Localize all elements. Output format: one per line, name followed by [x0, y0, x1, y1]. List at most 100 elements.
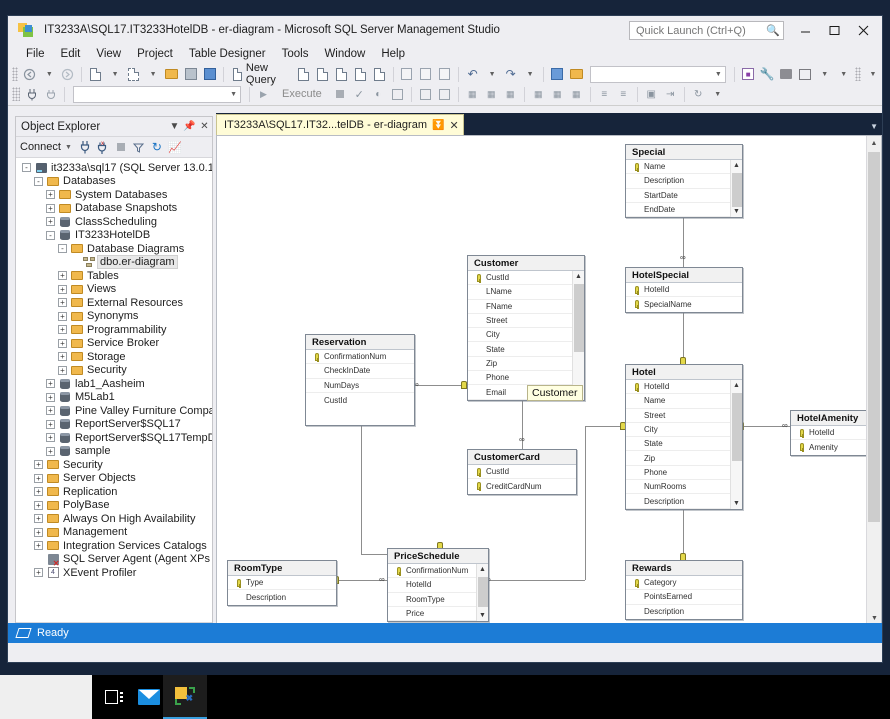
er-column-row[interactable]: Price [388, 607, 488, 622]
collapse-toggle-icon[interactable]: - [46, 230, 55, 240]
er-column-row[interactable]: Amenity [791, 440, 867, 454]
tree-node[interactable]: + Security [16, 364, 212, 378]
increase-indent-button[interactable]: ≡ [595, 85, 614, 103]
tree-node[interactable]: + Database Snapshots [16, 202, 212, 216]
expand-toggle-icon[interactable]: + [34, 541, 43, 551]
execute-play-icon[interactable]: ▶ [254, 85, 273, 103]
tree-node[interactable]: + Programmability [16, 323, 212, 337]
refresh-intellisense-button[interactable]: ↻ [689, 85, 708, 103]
activity-monitor-icon[interactable]: 📈 [166, 139, 184, 156]
er-column-row[interactable]: NumRooms [626, 480, 742, 495]
scroll-thumb[interactable] [868, 152, 880, 522]
tree-node[interactable]: + Server Objects [16, 472, 212, 486]
add-table-button[interactable]: ▦ [567, 85, 586, 103]
object-explorer-window-button[interactable]: ■ [739, 65, 758, 83]
er-table-hotel[interactable]: Hotel HotelId Name Street City State Zip Phone N… [625, 364, 743, 510]
save-all-button[interactable] [200, 65, 219, 83]
collapse-toggle-icon[interactable]: - [58, 244, 67, 254]
indent-button[interactable]: ⇥ [661, 85, 680, 103]
expand-toggle-icon[interactable]: + [34, 568, 43, 578]
new-query-with-connection-button[interactable] [294, 65, 313, 83]
parse-button[interactable]: ✓ [350, 85, 369, 103]
scroll-thumb[interactable] [732, 173, 742, 207]
er-column-row[interactable]: Phone [468, 371, 584, 386]
er-column-row[interactable]: FName [468, 300, 584, 314]
er-table-scrollbar[interactable]: ▲▼ [572, 271, 584, 400]
er-column-row[interactable]: Name [626, 160, 742, 175]
maximize-button[interactable] [820, 16, 849, 44]
er-column-row[interactable]: Street [626, 409, 742, 423]
er-table-hotelamenity[interactable]: HotelAmenity HotelId Amenity [790, 410, 867, 456]
pin-icon[interactable]: ⏬ [432, 120, 444, 131]
disconnect-button[interactable] [41, 85, 60, 103]
menu-item-edit[interactable]: Edit [53, 46, 89, 62]
er-column-row[interactable]: PointsEarned [626, 590, 742, 605]
er-column-row[interactable]: CreditCardNum [468, 479, 576, 493]
toolbar-grip[interactable] [854, 67, 861, 81]
tree-node[interactable]: + Views [16, 283, 212, 297]
specify-values-for-template-parameters-button[interactable]: ▣ [642, 85, 661, 103]
er-table-scrollbar[interactable]: ▲▼ [730, 380, 742, 509]
er-column-row[interactable]: ConfirmationNum [306, 350, 414, 365]
open-file-button[interactable] [162, 65, 181, 83]
er-column-row[interactable]: City [468, 328, 584, 343]
scroll-thumb[interactable] [478, 577, 488, 607]
new-project-dropdown[interactable]: ▼ [105, 65, 124, 83]
connect-object-explorer-icon[interactable] [76, 139, 94, 156]
er-column-row[interactable]: HotelId [388, 578, 488, 593]
tree-node[interactable]: + External Resources [16, 296, 212, 310]
add-new-item-button[interactable] [124, 65, 143, 83]
expand-toggle-icon[interactable]: + [34, 514, 43, 524]
expand-toggle-icon[interactable]: + [46, 406, 55, 416]
scroll-up-arrow-icon[interactable]: ▲ [867, 136, 881, 151]
results-to-grid-button[interactable]: ▦ [482, 85, 501, 103]
diagram-vertical-scrollbar[interactable]: ▲ ▼ [866, 136, 881, 626]
new-sql-server-compact-query-button[interactable] [370, 65, 389, 83]
er-column-row[interactable]: State [626, 437, 742, 452]
toolbar-options-button[interactable]: ▼ [863, 65, 882, 83]
tree-node[interactable]: SQL Server Agent (Agent XPs disabl [16, 553, 212, 568]
toolbar-combo[interactable]: ▼ [589, 65, 726, 83]
er-column-row[interactable]: Zip [626, 451, 742, 466]
er-column-row[interactable]: StartDate [626, 189, 742, 203]
new-project-button[interactable] [86, 65, 105, 83]
tree-node[interactable]: + sample [16, 445, 212, 459]
tree-node[interactable]: + Security [16, 458, 212, 472]
menu-item-table-designer[interactable]: Table Designer [181, 46, 274, 62]
query-options-button[interactable] [388, 85, 407, 103]
expand-toggle-icon[interactable]: + [46, 419, 55, 429]
er-column-row[interactable]: LName [468, 285, 584, 300]
tree-node[interactable]: + Pine Valley Furniture Company [16, 404, 212, 418]
include-client-statistics-button[interactable] [435, 85, 454, 103]
relationship-priceschedule-hotel-h2[interactable] [585, 426, 625, 427]
expand-toggle-icon[interactable]: + [46, 217, 55, 227]
expand-toggle-icon[interactable]: + [58, 271, 67, 281]
add-new-item-dropdown[interactable]: ▼ [143, 65, 162, 83]
er-column-row[interactable]: CustId [306, 393, 414, 407]
er-column-row[interactable]: ConfirmationNum [388, 564, 488, 579]
er-table-priceschedule[interactable]: PriceSchedule ConfirmationNum HotelId RoomT… [387, 548, 489, 623]
expand-toggle-icon[interactable]: + [58, 352, 67, 362]
er-table-customercard[interactable]: CustomerCard CustId CreditCardNum [467, 449, 577, 495]
expand-toggle-icon[interactable]: + [58, 365, 67, 375]
expand-toggle-icon[interactable]: + [58, 325, 67, 335]
er-column-row[interactable]: CheckInDate [306, 364, 414, 379]
er-column-row[interactable]: Phone [626, 466, 742, 481]
relationship-priceschedule-hotel-v[interactable] [585, 426, 586, 580]
relationship-priceschedule-hotel-h1[interactable] [489, 580, 585, 581]
decrease-indent-button[interactable]: ≡ [614, 85, 633, 103]
display-estimated-execution-plan-button[interactable]: ◐ [369, 85, 388, 103]
filter-icon[interactable] [130, 139, 148, 156]
menu-item-view[interactable]: View [88, 46, 129, 62]
cut-button[interactable] [397, 65, 416, 83]
toolbar-row2-overflow-button[interactable]: ▼ [708, 85, 727, 103]
expand-toggle-icon[interactable]: + [58, 298, 67, 308]
tree-node[interactable]: - Databases [16, 175, 212, 189]
menu-item-window[interactable]: Window [316, 46, 373, 62]
tree-node[interactable]: + ClassScheduling [16, 215, 212, 229]
tree-node[interactable]: - it3233a\sql17 (SQL Server 13.0.1601.5 - [16, 161, 212, 175]
redo-dropdown[interactable]: ▼ [520, 65, 539, 83]
er-table-customer[interactable]: Customer CustId LName FName Street City State Z… [467, 255, 585, 401]
relationship-hotel-rewards[interactable] [683, 506, 684, 560]
expand-toggle-icon[interactable]: + [34, 460, 43, 470]
